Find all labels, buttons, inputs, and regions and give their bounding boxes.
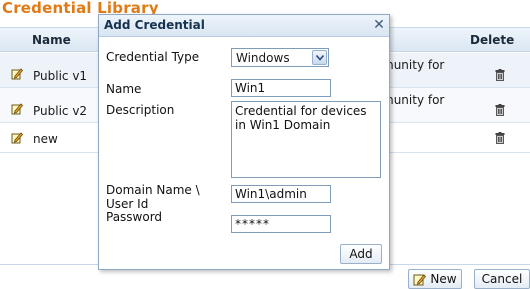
edit-icon[interactable] [11,68,23,80]
name-field[interactable] [231,79,331,97]
edit-icon[interactable] [11,132,23,144]
new-document-icon [413,273,427,285]
domain-userid-field[interactable] [231,185,331,203]
edit-icon[interactable] [11,103,23,115]
domain-userid-label: Domain Name \ User Id [106,183,200,211]
description-label: Description [106,103,175,117]
trash-icon[interactable] [495,132,505,144]
chevron-down-icon[interactable] [312,50,327,65]
credential-type-value: Windows [236,51,290,65]
dialog-title: Add Credential [104,18,205,32]
credential-description: munity for [382,93,445,107]
credential-name: new [33,132,58,146]
column-header-name[interactable]: Name [32,33,71,47]
new-button-label: New [430,272,457,286]
credential-name: Public v1 [33,69,88,83]
dialog-header[interactable]: Add Credential ✕ [99,15,389,37]
add-button-label: Add [349,247,373,261]
cancel-button[interactable]: Cancel [474,269,530,289]
password-field[interactable] [231,215,331,233]
password-label: Password [106,210,163,224]
trash-icon[interactable] [495,104,505,116]
trash-icon[interactable] [495,69,505,81]
credential-description: munity for [382,58,445,72]
add-credential-dialog: Add Credential ✕ Credential Type Windows… [98,14,390,270]
credential-type-label: Credential Type [106,50,200,64]
new-button[interactable]: New [408,269,462,289]
cancel-button-label: Cancel [481,272,523,286]
close-icon[interactable]: ✕ [372,18,386,32]
add-button[interactable]: Add [340,244,382,264]
credential-type-select[interactable]: Windows [231,48,329,67]
column-header-delete: Delete [470,33,515,47]
credential-name: Public v2 [33,104,88,118]
description-field[interactable]: Credential for devices in Win1 Domain [231,101,381,178]
name-label: Name [106,82,142,96]
